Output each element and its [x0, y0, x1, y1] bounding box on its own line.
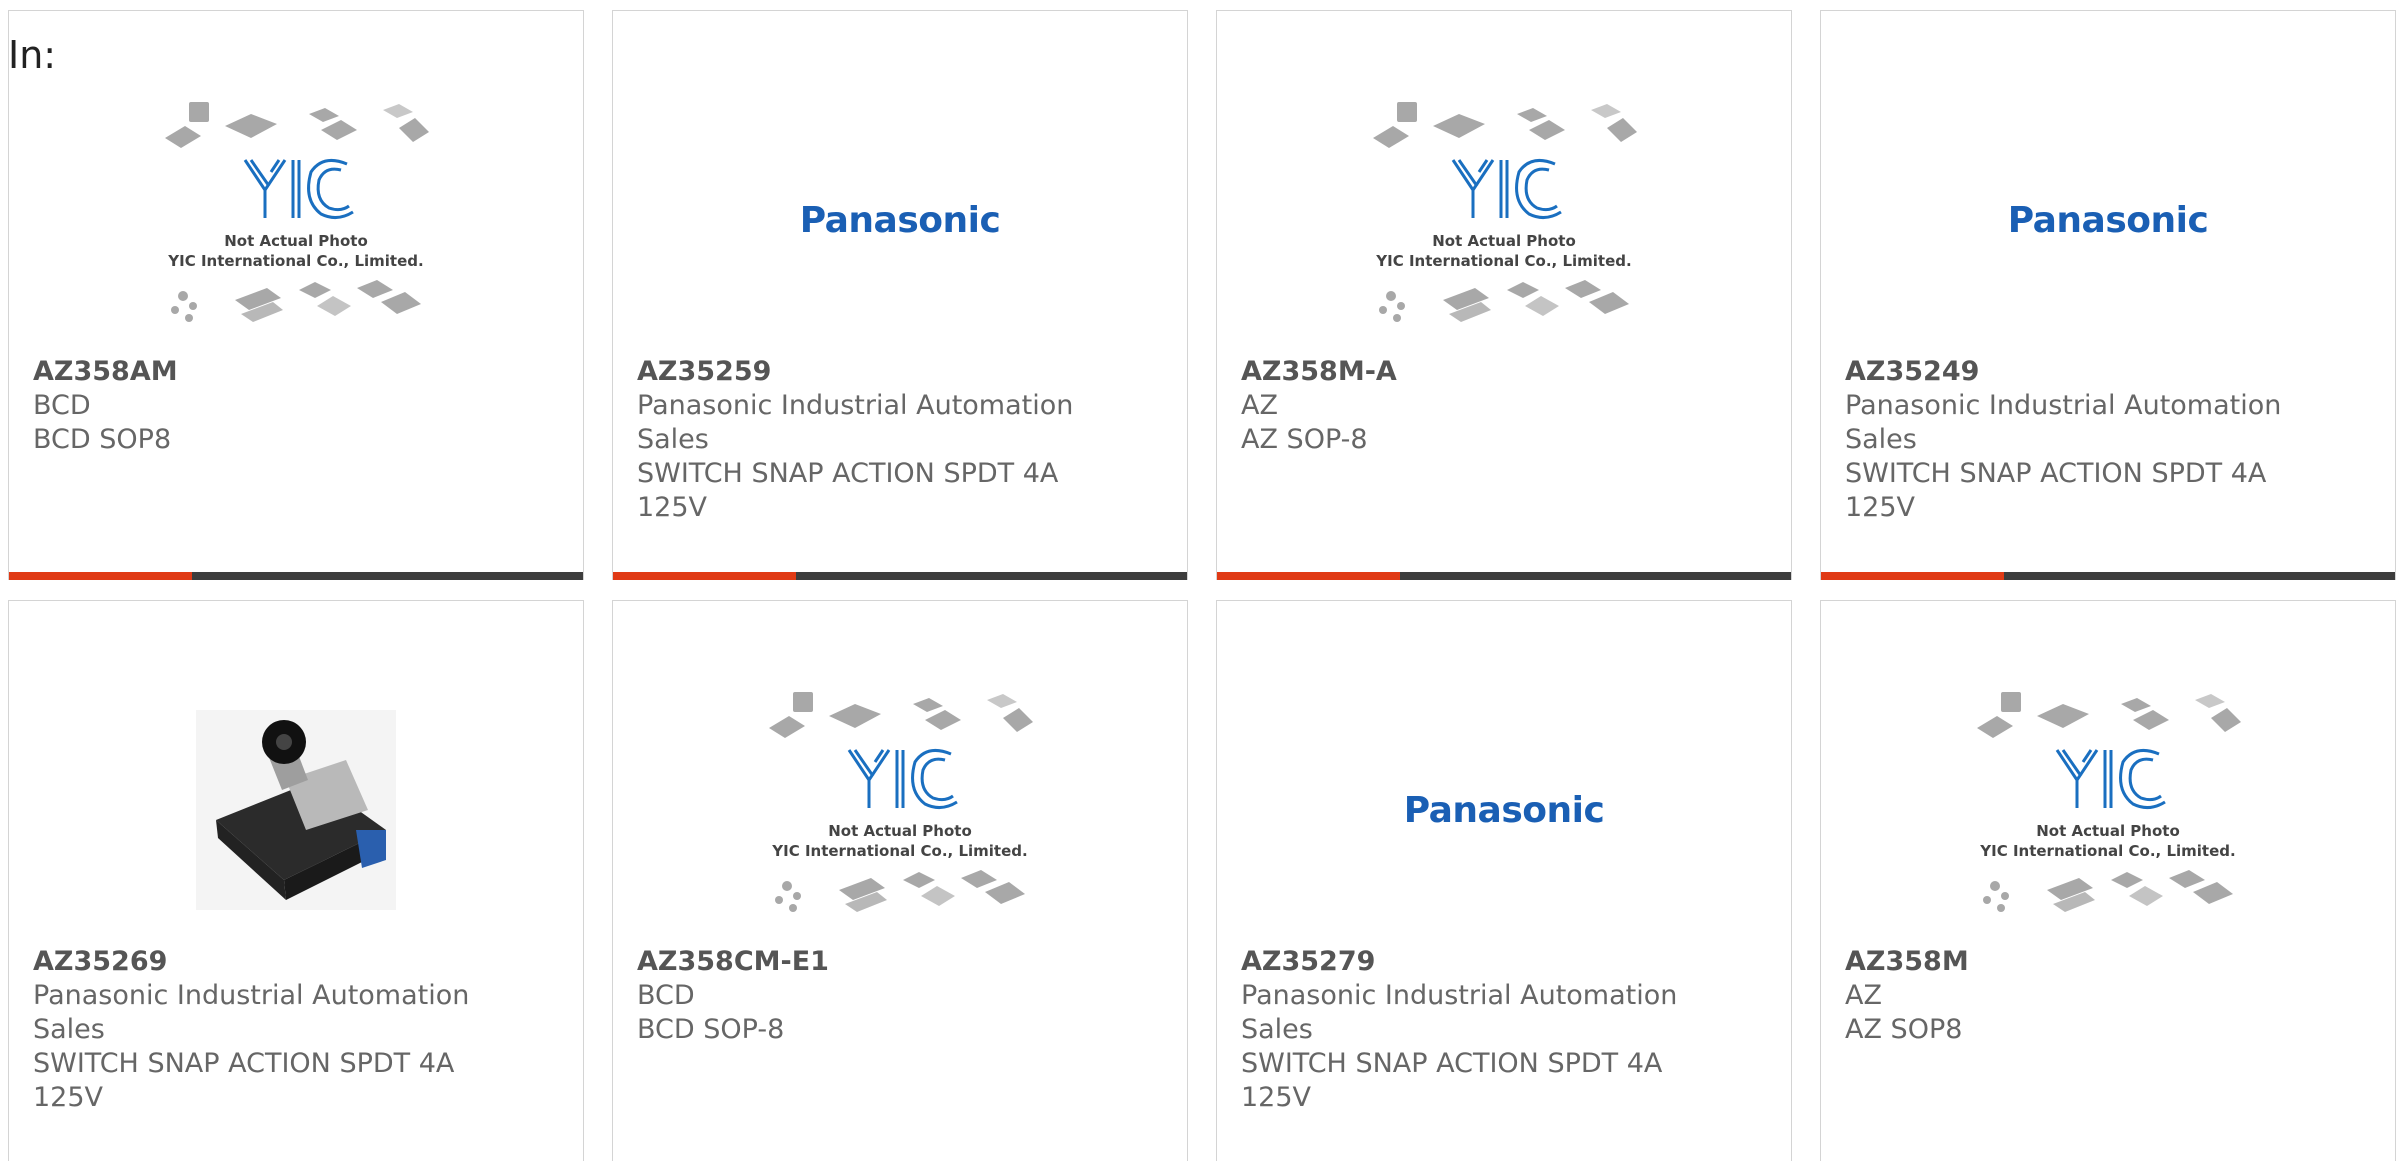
description: AZ SOP-8 [1241, 424, 1368, 455]
yic-line2: YIC International Co., Limited. [167, 252, 423, 270]
card-bottom-bar [9, 572, 583, 580]
panasonic-logo: Panasonic [2007, 199, 2209, 241]
description: SWITCH SNAP ACTION SPDT 4A 125V [33, 1048, 455, 1113]
product-card[interactable]: AZ35269 Panasonic Industrial Automation … [8, 600, 584, 1161]
product-card[interactable]: Not Actual Photo YIC International Co., … [1820, 600, 2396, 1161]
product-image-panasonic[interactable]: Panasonic [1217, 681, 1791, 939]
product-card[interactable]: Not Actual Photo YIC International Co., … [8, 10, 584, 580]
yic-line1: Not Actual Photo [224, 232, 368, 250]
yic-line2: YIC International Co., Limited. [1979, 842, 2235, 860]
description: BCD SOP8 [33, 424, 172, 455]
description: BCD SOP-8 [637, 1014, 785, 1045]
part-number[interactable]: AZ35269 [33, 945, 563, 979]
yic-placeholder-graphic: Not Actual Photo YIC International Co., … [1373, 102, 1637, 322]
manufacturer: Panasonic Industrial Automation Sales [637, 390, 1074, 455]
manufacturer: BCD [637, 980, 695, 1011]
part-number[interactable]: AZ358M-A [1241, 355, 1771, 389]
product-card[interactable]: Panasonic AZ35259 Panasonic Industrial A… [612, 10, 1188, 580]
yic-placeholder-graphic: Not Actual Photo YIC International Co., … [1977, 692, 2241, 912]
product-card[interactable]: Panasonic AZ35279 Panasonic Industrial A… [1216, 600, 1792, 1161]
manufacturer: Panasonic Industrial Automation Sales [33, 980, 470, 1045]
product-image-yic[interactable]: Not Actual Photo YIC International Co., … [9, 91, 583, 349]
part-number[interactable]: AZ358AM [33, 355, 563, 389]
product-image-yic[interactable]: Not Actual Photo YIC International Co., … [1217, 91, 1791, 349]
product-image-yic[interactable]: Not Actual Photo YIC International Co., … [1821, 681, 2395, 939]
yic-line1: Not Actual Photo [1432, 232, 1576, 250]
yic-line1: Not Actual Photo [2036, 822, 2180, 840]
part-number[interactable]: AZ358CM-E1 [637, 945, 1167, 979]
product-image-panasonic[interactable]: Panasonic [613, 91, 1187, 349]
product-image-yic[interactable]: Not Actual Photo YIC International Co., … [613, 681, 1187, 939]
description: SWITCH SNAP ACTION SPDT 4A 125V [1845, 458, 2267, 523]
product-image-switch[interactable] [9, 681, 583, 939]
description: SWITCH SNAP ACTION SPDT 4A 125V [637, 458, 1059, 523]
yic-line1: Not Actual Photo [828, 822, 972, 840]
filter-heading: In: [8, 33, 57, 77]
product-card[interactable]: Not Actual Photo YIC International Co., … [612, 600, 1188, 1161]
manufacturer: AZ [1845, 980, 1882, 1011]
description: SWITCH SNAP ACTION SPDT 4A 125V [1241, 1048, 1663, 1113]
product-card[interactable]: Panasonic AZ35249 Panasonic Industrial A… [1820, 10, 2396, 580]
card-bottom-bar [1821, 572, 2395, 580]
part-number[interactable]: AZ35279 [1241, 945, 1771, 979]
product-card[interactable]: Not Actual Photo YIC International Co., … [1216, 10, 1792, 580]
panasonic-logo: Panasonic [1403, 789, 1605, 831]
yic-line2: YIC International Co., Limited. [771, 842, 1027, 860]
yic-line2: YIC International Co., Limited. [1375, 252, 1631, 270]
card-bottom-bar [613, 572, 1187, 580]
manufacturer: BCD [33, 390, 91, 421]
snap-switch-photo [196, 710, 396, 910]
manufacturer: AZ [1241, 390, 1278, 421]
yic-placeholder-graphic: Not Actual Photo YIC International Co., … [165, 102, 429, 322]
description: AZ SOP8 [1845, 1014, 1963, 1045]
card-bottom-bar [1217, 572, 1791, 580]
part-number[interactable]: AZ35259 [637, 355, 1167, 389]
part-number[interactable]: AZ358M [1845, 945, 2375, 979]
manufacturer: Panasonic Industrial Automation Sales [1845, 390, 2282, 455]
product-image-panasonic[interactable]: Panasonic [1821, 91, 2395, 349]
part-number[interactable]: AZ35249 [1845, 355, 2375, 389]
panasonic-logo: Panasonic [799, 199, 1001, 241]
manufacturer: Panasonic Industrial Automation Sales [1241, 980, 1678, 1045]
yic-placeholder-graphic: Not Actual Photo YIC International Co., … [769, 692, 1033, 912]
